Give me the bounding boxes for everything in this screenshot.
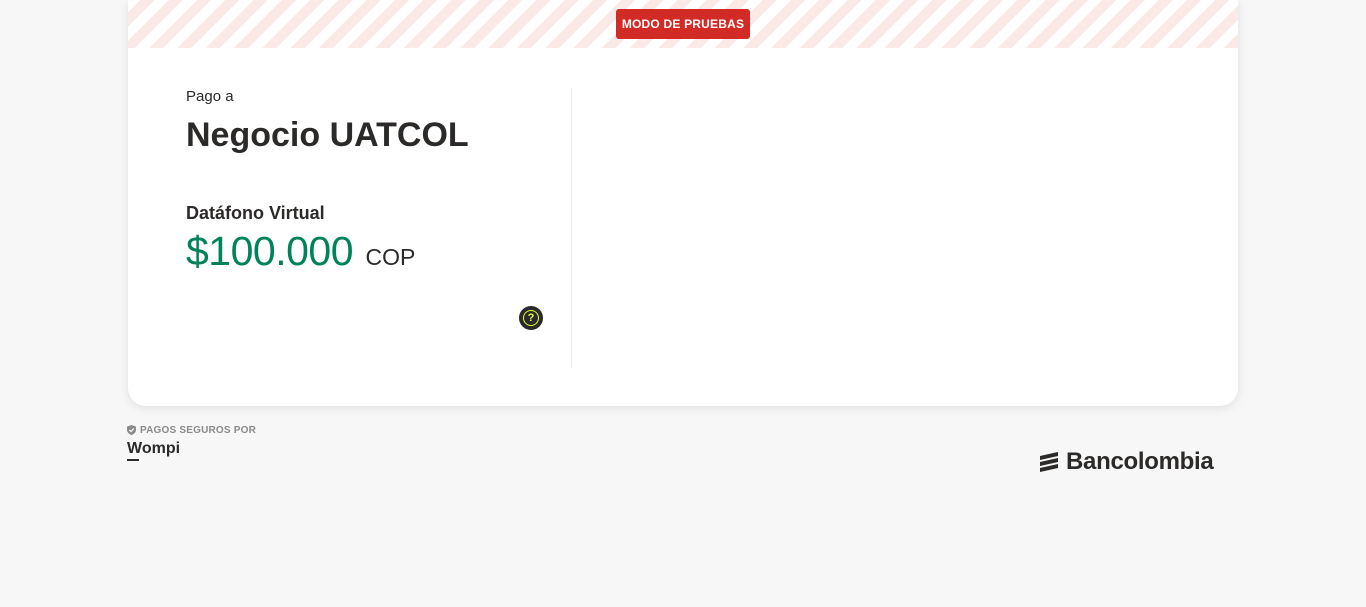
bancolombia-stripes-icon — [1040, 452, 1058, 472]
amount-currency: COP — [365, 244, 416, 270]
wompi-logo-text: Wompi — [127, 440, 181, 457]
bancolombia-logo[interactable]: Bancolombia — [1038, 446, 1214, 478]
wompi-logo-underline — [127, 459, 139, 461]
payment-summary: Pago a Negocio UATCOL Datáfono Virtual $… — [186, 88, 571, 368]
payment-methods-pane — [572, 88, 1192, 368]
test-mode-banner: MODO DE PRUEBAS — [128, 0, 1238, 48]
pay-to-label: Pago a — [186, 88, 234, 105]
wompi-logo[interactable]: Wompi — [127, 440, 181, 461]
checkout-card: MODO DE PRUEBAS Pago a Negocio UATCOL Da… — [128, 0, 1238, 406]
bancolombia-logo-text: Bancolombia — [1066, 448, 1214, 475]
amount-row: $100.000 COP — [186, 228, 415, 275]
product-name: Datáfono Virtual — [186, 203, 325, 223]
secure-payments-text: PAGOS SEGUROS POR — [140, 424, 257, 436]
secure-payments-label: PAGOS SEGUROS POR — [127, 423, 256, 437]
shield-check-icon — [127, 425, 136, 435]
amount-value: $100.000 — [186, 228, 354, 274]
test-mode-badge: MODO DE PRUEBAS — [616, 9, 750, 39]
help-button[interactable]: ? — [519, 306, 543, 330]
help-button-glyph: ? — [527, 312, 535, 324]
merchant-name: Negocio UATCOL — [186, 116, 469, 154]
